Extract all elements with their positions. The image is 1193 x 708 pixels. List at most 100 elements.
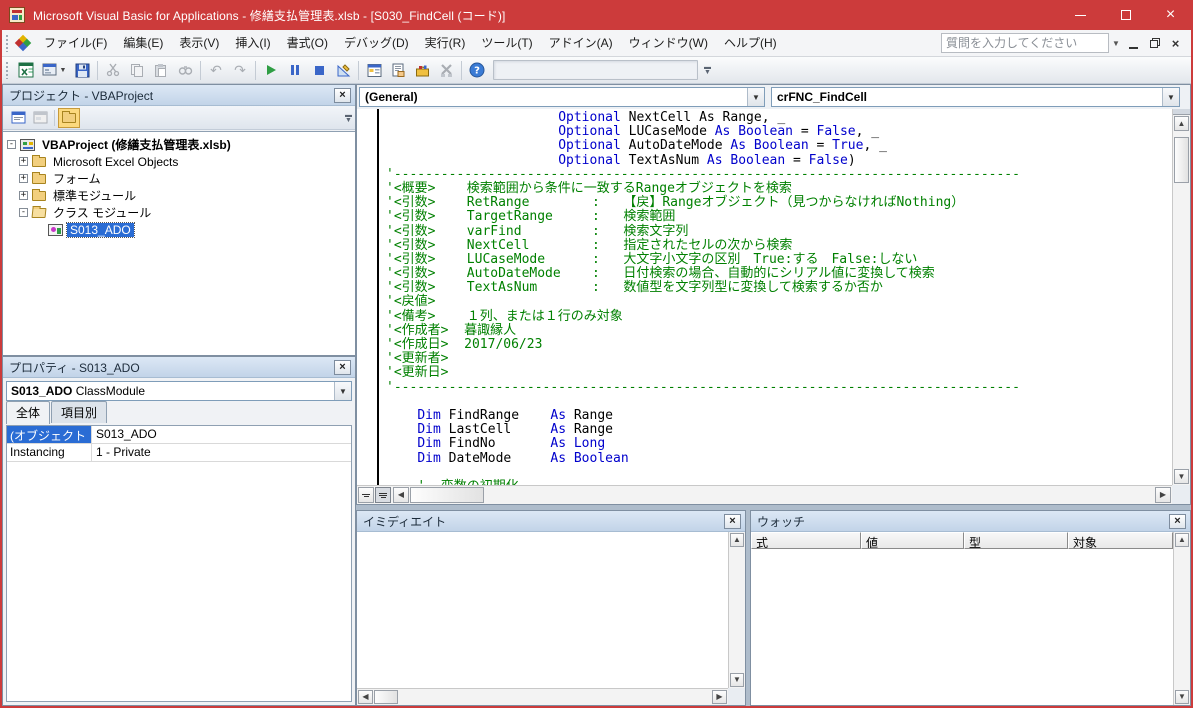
menu-edit[interactable]: 編集(E)	[115, 31, 171, 56]
scrollbar-thumb[interactable]	[374, 690, 398, 704]
property-row[interactable]: Instancing 1 - Private	[7, 444, 351, 462]
paste-button[interactable]	[149, 59, 173, 82]
save-button[interactable]	[70, 59, 94, 82]
tree-label[interactable]: 標準モジュール	[50, 187, 139, 204]
menu-debug[interactable]: デバッグ(D)	[336, 31, 417, 56]
menu-run[interactable]: 実行(R)	[417, 31, 474, 56]
document-icon[interactable]	[16, 36, 30, 50]
tab-alphabetic[interactable]: 全体	[6, 401, 50, 424]
object-selector-combobox[interactable]: S013_ADO ClassModule ▼	[6, 381, 352, 401]
help-button[interactable]: ?	[465, 59, 489, 82]
immediate-close-button[interactable]: ×	[724, 514, 741, 529]
reset-button[interactable]	[307, 59, 331, 82]
column-expression[interactable]: 式	[751, 532, 861, 549]
property-row[interactable]: (オブジェクト名) S013_ADO	[7, 426, 351, 444]
full-module-view-button[interactable]	[375, 487, 391, 503]
object-browser-button[interactable]	[434, 59, 458, 82]
toggle-folders-button[interactable]	[58, 108, 80, 128]
copy-button[interactable]	[125, 59, 149, 82]
menu-tools[interactable]: ツール(T)	[473, 31, 540, 56]
toolbar-grip[interactable]	[5, 61, 10, 79]
scrollbar-thumb[interactable]	[1174, 137, 1189, 183]
tree-label[interactable]: クラス モジュール	[50, 204, 154, 221]
menu-help[interactable]: ヘルプ(H)	[716, 31, 785, 56]
insert-userform-button[interactable]: ▼	[38, 59, 70, 82]
scroll-down-icon[interactable]: ▼	[730, 673, 744, 687]
menu-view[interactable]: 表示(V)	[171, 31, 227, 56]
tree-row-standard-modules[interactable]: + 標準モジュール	[3, 187, 355, 204]
scroll-right-icon[interactable]: ▶	[712, 690, 727, 704]
mdi-close-button[interactable]: ×	[1166, 35, 1185, 51]
toolbar-overflow-icon[interactable]: ▬▼	[700, 59, 715, 82]
code-vertical-scrollbar[interactable]: ▲ ▼	[1172, 109, 1190, 485]
dropdown-arrow-icon[interactable]: ▼	[1162, 88, 1179, 106]
collapse-icon[interactable]: -	[7, 140, 16, 149]
column-context[interactable]: 対象	[1068, 532, 1173, 549]
redo-button[interactable]: ↷	[228, 59, 252, 82]
tree-row-excel-objects[interactable]: + Microsoft Excel Objects	[3, 153, 355, 170]
scroll-right-icon[interactable]: ▶	[1155, 487, 1171, 503]
find-button[interactable]	[173, 59, 197, 82]
tree-label[interactable]: フォーム	[50, 170, 104, 187]
property-value[interactable]: 1 - Private	[92, 444, 351, 461]
scroll-down-icon[interactable]: ▼	[1175, 690, 1189, 704]
project-toolbar-overflow-icon[interactable]: ▬▼	[345, 113, 352, 123]
scroll-left-icon[interactable]: ◀	[393, 487, 409, 503]
scroll-up-icon[interactable]: ▲	[1175, 533, 1189, 547]
scroll-up-icon[interactable]: ▲	[1174, 116, 1189, 131]
mdi-minimize-button[interactable]	[1124, 35, 1143, 51]
expand-icon[interactable]: +	[19, 191, 28, 200]
code-margin-indicator-bar[interactable]	[357, 109, 379, 485]
tree-row-class-s013-ado[interactable]: S013_ADO	[3, 221, 355, 238]
scroll-up-icon[interactable]: ▲	[730, 533, 744, 547]
minimize-button[interactable]	[1058, 0, 1103, 30]
view-excel-button[interactable]	[14, 59, 38, 82]
property-name[interactable]: Instancing	[7, 444, 92, 461]
dropdown-arrow-icon[interactable]: ▼	[747, 88, 764, 106]
design-mode-button[interactable]	[331, 59, 355, 82]
collapse-icon[interactable]: -	[19, 208, 28, 217]
mdi-restore-button[interactable]	[1145, 35, 1164, 51]
procedure-dropdown[interactable]: crFNC_FindCell ▼	[771, 87, 1180, 107]
maximize-button[interactable]	[1103, 0, 1148, 30]
column-value[interactable]: 値	[861, 532, 964, 549]
run-button[interactable]	[259, 59, 283, 82]
expand-icon[interactable]: +	[19, 174, 28, 183]
project-explorer-button[interactable]	[362, 59, 386, 82]
view-code-button[interactable]	[7, 108, 29, 128]
object-dropdown[interactable]: (General) ▼	[359, 87, 765, 107]
scrollbar-thumb[interactable]	[410, 487, 484, 503]
scroll-left-icon[interactable]: ◀	[358, 690, 373, 704]
menu-grip[interactable]	[5, 34, 10, 52]
immediate-horizontal-scrollbar[interactable]: ◀ ▶	[357, 688, 728, 705]
menu-insert[interactable]: 挿入(I)	[227, 31, 278, 56]
properties-panel-close-button[interactable]: ×	[334, 360, 351, 375]
project-panel-close-button[interactable]: ×	[334, 88, 351, 103]
expand-icon[interactable]: +	[19, 157, 28, 166]
break-button[interactable]	[283, 59, 307, 82]
watch-list-area[interactable]	[751, 549, 1173, 705]
immediate-input-area[interactable]	[357, 532, 728, 688]
column-type[interactable]: 型	[964, 532, 1068, 549]
immediate-vertical-scrollbar[interactable]: ▲ ▼	[728, 532, 745, 688]
property-value[interactable]: S013_ADO	[92, 426, 351, 443]
split-handle[interactable]	[1173, 109, 1190, 115]
procedure-view-button[interactable]	[358, 487, 374, 503]
scroll-down-icon[interactable]: ▼	[1174, 469, 1189, 484]
close-button[interactable]: ×	[1148, 0, 1193, 30]
tree-row-class-modules[interactable]: - クラス モジュール	[3, 204, 355, 221]
menu-file[interactable]: ファイル(F)	[36, 31, 115, 56]
tree-row-forms[interactable]: + フォーム	[3, 170, 355, 187]
code-editor[interactable]: Optional NextCell As Range, _ Optional L…	[357, 109, 1172, 485]
tree-label[interactable]: Microsoft Excel Objects	[50, 155, 181, 169]
properties-window-button[interactable]	[386, 59, 410, 82]
cut-button[interactable]	[101, 59, 125, 82]
undo-button[interactable]: ↶	[204, 59, 228, 82]
tree-row-project-root[interactable]: - VBAProject (修繕支払管理表.xlsb)	[3, 136, 355, 153]
dropdown-arrow-icon[interactable]: ▼	[334, 382, 351, 400]
menu-addins[interactable]: アドイン(A)	[541, 31, 621, 56]
help-search-dropdown-icon[interactable]: ▼	[1109, 33, 1123, 53]
property-name[interactable]: (オブジェクト名)	[7, 426, 92, 443]
help-search-input[interactable]	[941, 33, 1109, 53]
watch-close-button[interactable]: ×	[1169, 514, 1186, 529]
